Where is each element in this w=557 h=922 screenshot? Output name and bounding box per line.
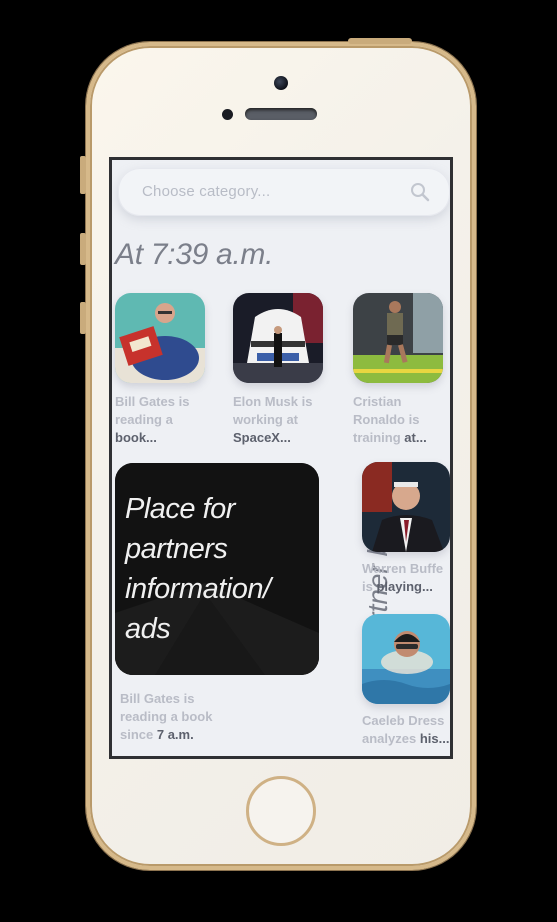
- mute-switch: [80, 156, 86, 194]
- proximity-sensor: [222, 109, 233, 120]
- story-caption: Warren Buffe is playing...: [362, 561, 444, 594]
- volume-up-button: [80, 233, 86, 265]
- story-card[interactable]: Elon Musk is working at SpaceX...: [233, 293, 325, 447]
- search-input[interactable]: Choose category...: [142, 183, 270, 200]
- story-photo: [362, 462, 450, 552]
- story-caption: Caeleb Dress analyzes his...: [362, 713, 450, 746]
- story-photo: [233, 293, 323, 383]
- story-photo: [115, 293, 205, 383]
- power-button: [348, 38, 412, 44]
- front-camera: [274, 76, 288, 90]
- partner-ad-card[interactable]: Place for partners information/ ads: [115, 463, 319, 675]
- story-thumbnail[interactable]: [233, 293, 323, 383]
- ad-caption: Bill Gates is reading a book since 7 a.m…: [120, 691, 213, 742]
- volume-down-button: [80, 302, 86, 334]
- section-title: At 7:39 a.m.: [115, 238, 274, 271]
- story-caption: Elon Musk is working at SpaceX...: [233, 394, 313, 445]
- story-photo: [362, 614, 450, 704]
- story-card[interactable]: Cristian Ronaldo is training at...: [353, 293, 445, 447]
- story-thumbnail[interactable]: [362, 462, 450, 552]
- ad-text: Place for partners information/ ads: [125, 493, 271, 645]
- partner-story-card[interactable]: Warren Buffe is playing...: [362, 462, 450, 596]
- app-screen: Choose category... At 7:39 a.m. Bill Gat…: [109, 157, 453, 759]
- partner-story-card[interactable]: Caeleb Dress analyzes his...: [362, 614, 450, 748]
- home-button[interactable]: [246, 776, 316, 846]
- story-thumbnail[interactable]: [353, 293, 443, 383]
- earpiece-speaker: [245, 108, 317, 120]
- story-card[interactable]: Bill Gates is reading a book...: [115, 293, 207, 447]
- story-thumbnail[interactable]: [362, 614, 450, 704]
- story-photo: [353, 293, 443, 383]
- category-search[interactable]: Choose category...: [118, 168, 450, 216]
- search-icon[interactable]: [410, 182, 430, 202]
- story-caption: Cristian Ronaldo is training at...: [353, 394, 427, 445]
- story-caption: Bill Gates is reading a book...: [115, 394, 190, 445]
- story-thumbnail[interactable]: [115, 293, 205, 383]
